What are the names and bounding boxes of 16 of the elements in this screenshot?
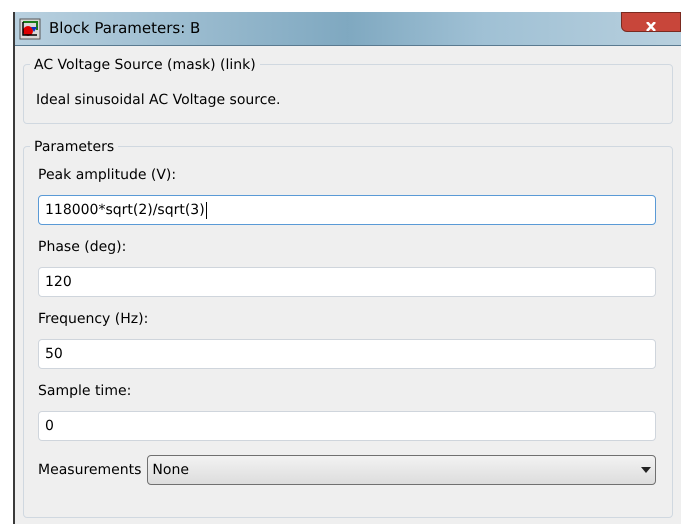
measurements-dropdown[interactable]: None (147, 455, 656, 485)
field-label: Frequency (Hz): (38, 310, 150, 329)
measurements-label: Measurements (38, 460, 142, 480)
input-field[interactable]: 0 (38, 411, 656, 441)
input-field[interactable]: 50 (38, 339, 656, 369)
app-icon (19, 18, 41, 40)
window-title: Block Parameters: B (49, 18, 200, 40)
dropdown-arrow-icon (641, 467, 651, 473)
description-text: Ideal sinusoidal AC Voltage source. (36, 92, 280, 108)
input-field[interactable]: 120 (38, 267, 656, 297)
field-label: Peak amplitude (V): (38, 166, 178, 185)
close-button[interactable] (621, 12, 681, 32)
field-label: Phase (deg): (38, 238, 128, 257)
field-label: Sample time: (38, 382, 132, 401)
close-icon (645, 22, 657, 31)
input-field[interactable]: 118000*sqrt(2)/sqrt(3) (38, 195, 656, 225)
